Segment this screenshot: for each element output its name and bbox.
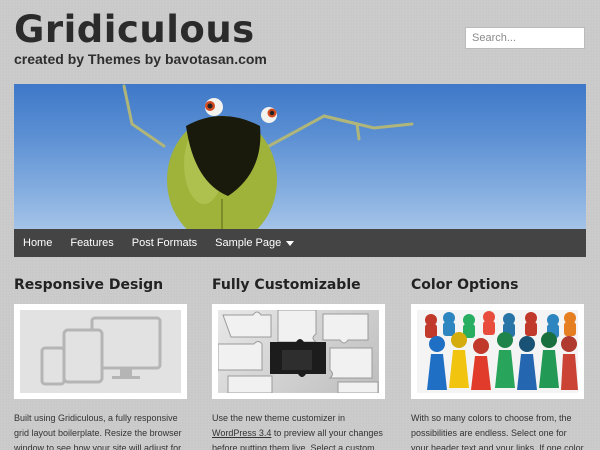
nav-item-home[interactable]: Home xyxy=(23,237,52,249)
feature-column-colors: Color Options With so many colors to cho… xyxy=(411,275,586,450)
devices-thumbnail xyxy=(14,304,187,399)
nav-item-features[interactable]: Features xyxy=(70,237,113,249)
column-text-responsive: Built using Gridiculous, a fully respons… xyxy=(14,413,182,450)
puzzle-pieces-image xyxy=(218,310,379,393)
site-description: created by Themes by bavotasan.com xyxy=(14,51,267,67)
nav-features-label: Features xyxy=(70,237,114,249)
column-title-customizable[interactable]: Fully Customizable xyxy=(212,275,387,295)
feature-column-customizable: Fully Customizable Use the new theme cus… xyxy=(212,275,387,450)
nav-home-label: Home xyxy=(23,237,53,249)
column-title-colors[interactable]: Color Options xyxy=(411,275,586,295)
colors-thumbnail xyxy=(411,304,584,399)
search-input[interactable] xyxy=(465,27,585,49)
devices-icon xyxy=(40,316,162,386)
nav-item-sample-page[interactable]: Sample Page xyxy=(215,237,295,249)
green-creature-illustration xyxy=(122,84,414,229)
hero-image xyxy=(14,84,586,229)
feature-column-responsive: Responsive Design Built using Gridiculou… xyxy=(14,275,189,450)
main-navigation: Home Features Post Formats Sample Page xyxy=(14,229,586,257)
wordpress-link[interactable]: WordPress 3.4 xyxy=(212,428,271,438)
site-title[interactable]: Gridiculous xyxy=(14,8,255,52)
text-before-link: Use the new theme customizer in xyxy=(212,413,346,423)
game-pieces-image xyxy=(425,311,578,390)
nav-item-post-formats[interactable]: Post Formats xyxy=(132,237,197,249)
nav-post-formats-label: Post Formats xyxy=(131,237,198,249)
nav-sample-page-label: Sample Page xyxy=(215,237,282,249)
puzzle-thumbnail xyxy=(212,304,385,399)
column-title-responsive[interactable]: Responsive Design xyxy=(14,275,189,295)
chevron-down-icon xyxy=(286,240,295,246)
column-text-customizable: Use the new theme customizer in WordPres… xyxy=(212,411,387,450)
column-text-colors: With so many colors to choose from, the … xyxy=(411,413,584,450)
